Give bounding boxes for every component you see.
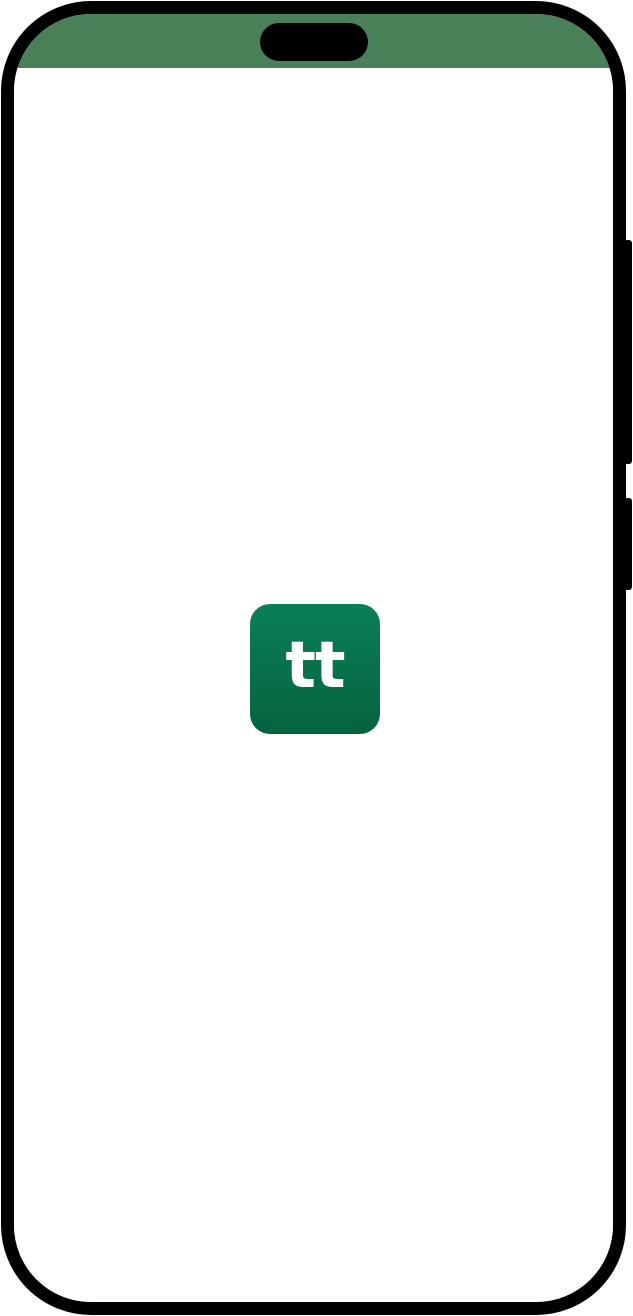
app-logo-icon: tt [250, 604, 380, 734]
splash-screen: tt [14, 68, 613, 1302]
app-logo-text: tt [285, 629, 345, 703]
dynamic-island [260, 23, 368, 61]
device-stage: tt [0, 0, 633, 1316]
phone-frame: tt [1, 1, 626, 1315]
